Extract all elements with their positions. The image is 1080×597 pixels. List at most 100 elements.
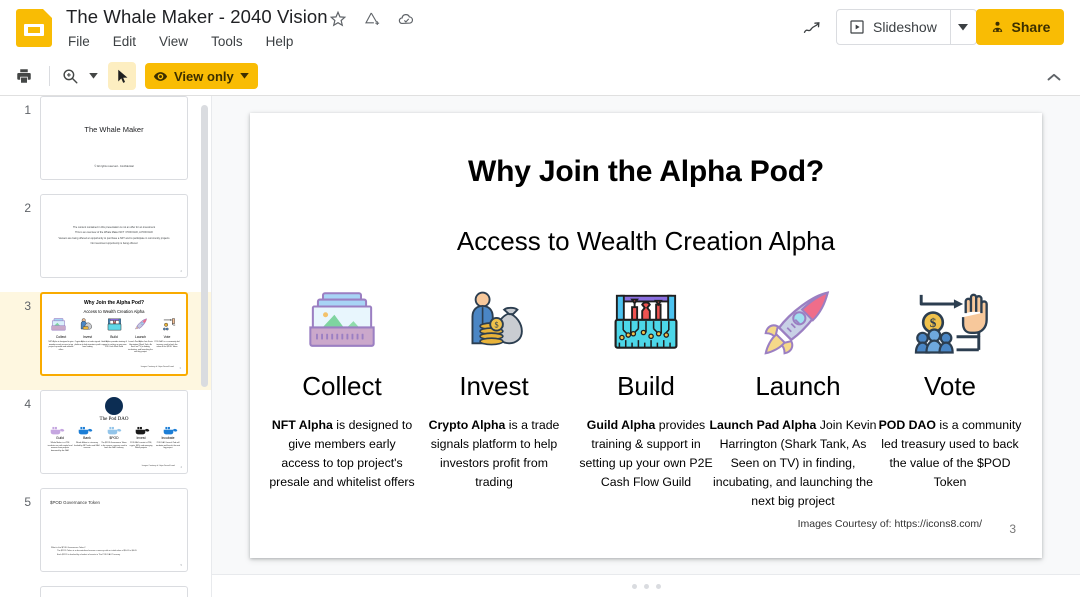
docker-whale-icon-1 — [49, 422, 66, 435]
zoom-dropdown-caret[interactable] — [84, 63, 102, 89]
column-title-vote: Vote — [923, 371, 977, 401]
star-icon[interactable] — [328, 9, 348, 29]
thumb4-label-1: Guild — [56, 436, 64, 440]
view-only-button[interactable]: View only — [145, 63, 258, 89]
thumb3-label-4: Launch — [134, 335, 147, 339]
thumbnail-preview: The Pod DAO Guild Bank $POD Invest Incub… — [40, 390, 188, 474]
thumbnail-number: 2 — [24, 201, 31, 215]
thumb1-footer: © All rights reserved - Confidential — [94, 165, 134, 168]
column-build: Build Guild Alpha provides training & su… — [572, 283, 720, 492]
view-only-label: View only — [174, 68, 234, 84]
slide-page-number: 3 — [1009, 522, 1016, 536]
slideshow-button-group: Slideshow — [836, 9, 977, 45]
column-lead-invest: Crypto Alpha — [428, 418, 506, 433]
thumbnail-slide-4[interactable]: 4 The Pod DAO Guild Bank $POD Invest Inc… — [0, 390, 212, 488]
zoom-control-group — [56, 62, 102, 90]
secondary-toolbar: View only — [0, 57, 1080, 96]
thumb3-label-row: Collect Invest Build Launch Vote — [48, 335, 180, 339]
sidebar-scrollbar[interactable] — [201, 105, 208, 387]
thumb4-label-4: Invest — [136, 436, 146, 440]
column-collect: Collect NFT Alpha is designed to give me… — [268, 283, 416, 492]
menu-edit[interactable]: Edit — [111, 33, 138, 50]
slides-app: The Whale Maker - 2040 Vision File Edit … — [0, 0, 1080, 597]
bottom-panel-splitter[interactable] — [212, 574, 1080, 597]
slideshow-button[interactable]: Slideshow — [837, 10, 950, 44]
thumbnail-number: 5 — [24, 495, 31, 509]
document-title[interactable]: The Whale Maker - 2040 Vision — [66, 6, 328, 28]
menu-file[interactable]: File — [66, 33, 92, 50]
slideshow-label: Slideshow — [873, 19, 937, 35]
thumb3-body-3: Guild Alpha provides training & support … — [101, 341, 127, 349]
column-body-invest: Crypto Alpha is a trade signals platform… — [420, 416, 568, 492]
thumbnail-number: 3 — [24, 299, 31, 313]
rocket-icon — [133, 317, 150, 332]
splitter-grip-icon[interactable] — [631, 583, 661, 589]
svg-text:$: $ — [930, 315, 937, 330]
thumb3-subtitle: Access to Wealth Creation Alpha — [83, 309, 145, 314]
thumbnail-slide-2[interactable]: 2 The content contained in this presenta… — [0, 194, 212, 292]
thumbnail-slide-6[interactable] — [0, 586, 212, 597]
menu-tools[interactable]: Tools — [209, 33, 245, 50]
thumbnail-number — [0, 586, 40, 593]
thumb3-label-1: Collect — [55, 335, 67, 339]
thumb2-line-3: Viewers are being offered an opportunity… — [58, 236, 170, 240]
toolbox-circuit-icon — [106, 317, 123, 332]
thumbnail-slide-3[interactable]: 3 Why Join the Alpha Pod? Access to Weal… — [0, 292, 212, 390]
top-bar: The Whale Maker - 2040 Vision File Edit … — [0, 0, 1080, 57]
thumb2-lines: The content contained in this presentati… — [51, 225, 177, 246]
thumb4-label-row: Guild Bank $POD Invest Incubate — [47, 436, 181, 440]
thumbnail-number: 4 — [24, 397, 31, 411]
column-invest: $ Invest Crypto Alpha is a trade signals… — [420, 283, 568, 492]
thumb1-title: The Whale Maker — [84, 125, 144, 134]
column-title-launch: Launch — [755, 371, 841, 401]
thumb3-label-2: Invest — [82, 335, 93, 339]
thumbnail-slide-1[interactable]: 1 The Whale Maker © All rights reserved … — [0, 96, 212, 194]
thumb5-page: 5 — [180, 564, 182, 567]
column-launch: Launch Launch Pad Alpha Join Kevin Harri… — [710, 283, 876, 512]
select-cursor-icon[interactable] — [108, 62, 136, 90]
thumb4-body-3: The $POD Governance Token is the reserve… — [101, 442, 127, 450]
cloud-saved-icon[interactable] — [396, 9, 416, 29]
thumbnail-preview — [40, 586, 188, 597]
thumb4-icon-row — [49, 422, 179, 435]
thumbnail-slide-5[interactable]: 5 $POD Governance Token What is the $POD… — [0, 488, 212, 586]
image-credit: Images Courtesy of: https://icons8.com/ — [797, 518, 982, 530]
print-icon[interactable] — [10, 62, 38, 90]
chevron-up-icon[interactable] — [1040, 63, 1068, 91]
move-to-drive-icon[interactable] — [362, 9, 382, 29]
slide-subtitle: Access to Wealth Creation Alpha — [456, 226, 836, 256]
thumb2-page: 2 — [180, 270, 182, 273]
thumb3-body-2: Crypto Alpha is a trade signals platform… — [74, 341, 101, 349]
photo-box-icon — [304, 283, 380, 363]
toolbox-circuit-icon — [608, 283, 684, 363]
thumb4-body-row: Whale Maker is a P2E incubator run with … — [47, 442, 181, 452]
thumbnail-number: 1 — [24, 103, 31, 117]
thumb5-bullets: What is the $POD Governance Token? The $… — [51, 547, 177, 557]
thumb3-body-4: Launch Pad Alpha Join Kevin Harrington (… — [128, 341, 153, 354]
column-title-collect: Collect — [302, 371, 382, 401]
thumb3-body-5: POD DAO is a community led treasury used… — [154, 341, 180, 349]
column-vote: $ Vote POD DAO is a community led treasu… — [876, 283, 1024, 492]
thumbnail-preview: The content contained in this presentati… — [40, 194, 188, 278]
slide-thumbnail-panel[interactable]: 1 The Whale Maker © All rights reserved … — [0, 96, 212, 597]
thumb4-credit: Images Courtesy of: https://icons8.com/ — [141, 465, 175, 467]
thumb3-label-5: Vote — [163, 335, 171, 339]
trending-up-icon[interactable] — [797, 14, 827, 44]
share-button[interactable]: Share — [976, 9, 1064, 45]
docker-whale-icon-4 — [134, 422, 151, 435]
share-label: Share — [1011, 19, 1051, 35]
docker-whale-icon-5 — [162, 422, 179, 435]
slideshow-dropdown-caret[interactable] — [949, 10, 976, 44]
menu-view[interactable]: View — [157, 33, 190, 50]
menu-help[interactable]: Help — [264, 33, 296, 50]
current-slide[interactable]: Why Join the Alpha Pod? Access to Wealth… — [250, 113, 1042, 558]
photo-box-icon — [50, 317, 67, 332]
slide-canvas-area: Why Join the Alpha Pod? Access to Wealth… — [212, 96, 1080, 574]
thumb3-body-1: NFT Alpha is designed to give members ea… — [48, 341, 74, 351]
menu-bar: File Edit View Tools Help — [66, 33, 295, 50]
thumb4-label-2: Bank — [83, 436, 91, 440]
zoom-icon[interactable] — [56, 62, 84, 90]
column-body-collect: NFT Alpha is designed to give members ea… — [268, 416, 416, 492]
vote-dao-icon — [161, 317, 178, 332]
thumb4-body-5: POD DAO Launch Pad will incubate and lau… — [155, 442, 181, 450]
